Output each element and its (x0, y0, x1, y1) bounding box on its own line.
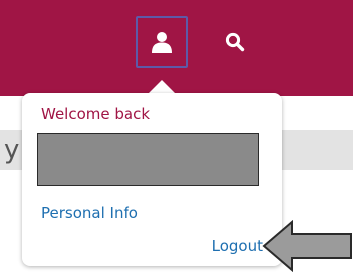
header-bar (0, 0, 353, 96)
user-menu-dropdown: Welcome back Personal Info Logout (22, 93, 282, 266)
user-icon (152, 32, 172, 53)
username-redacted (37, 133, 259, 186)
welcome-text: Welcome back (41, 105, 151, 123)
search-button[interactable] (218, 22, 252, 62)
left-arrow-icon (262, 220, 352, 272)
dropdown-caret (148, 80, 176, 94)
page: y Welcome back Personal Info Logout (0, 0, 353, 278)
search-icon (225, 32, 245, 52)
banner-text: y (4, 135, 20, 165)
personal-info-link[interactable]: Personal Info (41, 204, 138, 222)
user-account-button[interactable] (136, 16, 188, 68)
logout-link[interactable]: Logout (212, 237, 263, 255)
